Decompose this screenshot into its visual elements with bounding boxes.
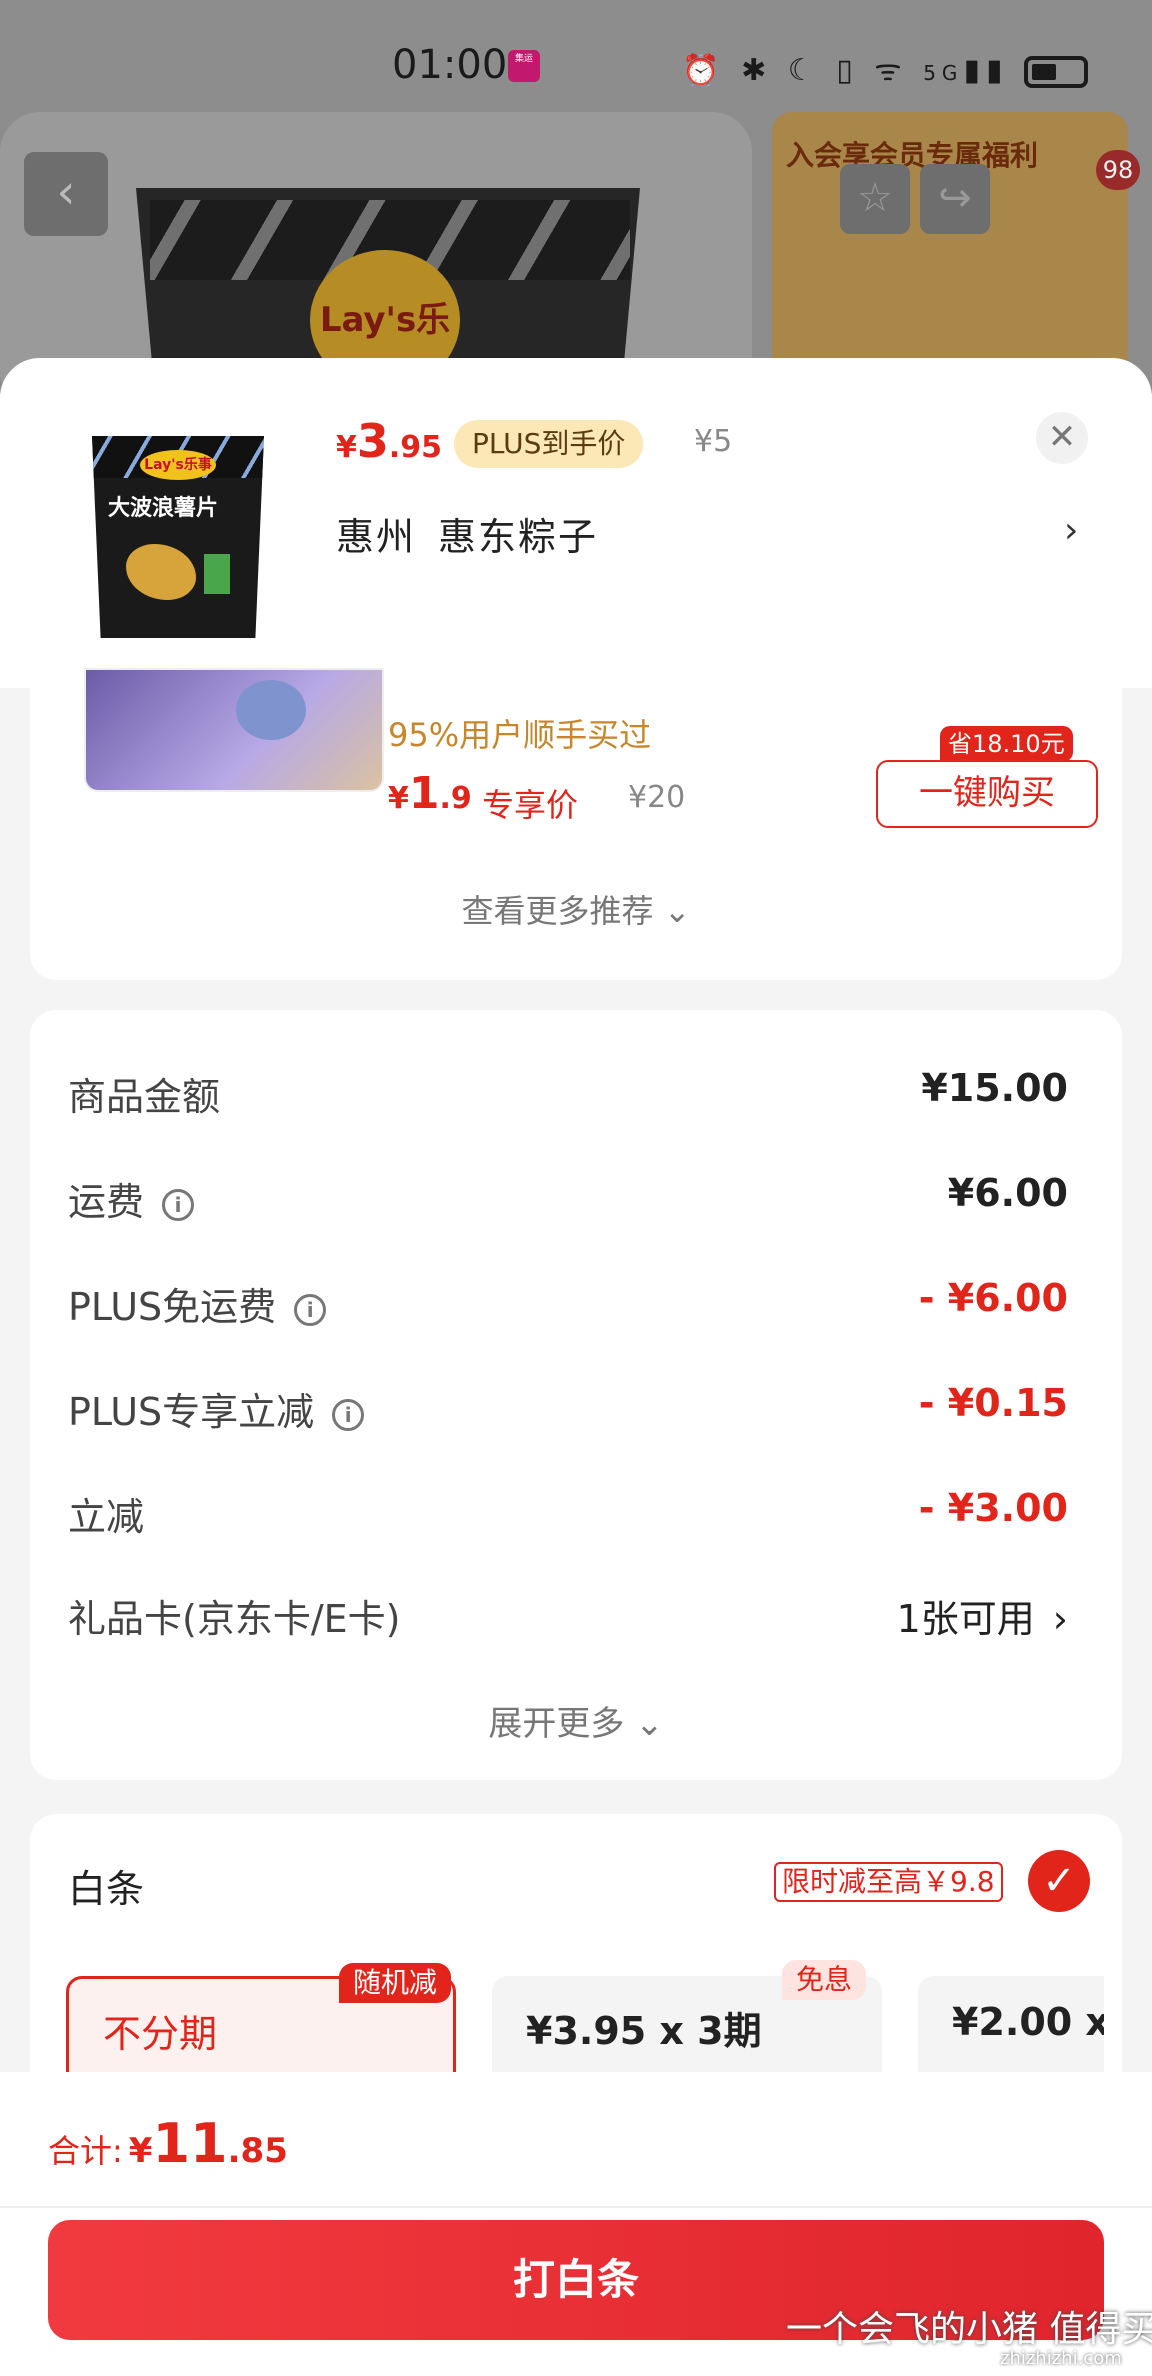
- back-button[interactable]: ‹: [24, 152, 108, 236]
- amount-row-plus-free-shipping: PLUS免运费 i - ¥6.00: [68, 1268, 1068, 1331]
- total-currency: ¥: [128, 2131, 153, 2171]
- close-icon: ✕: [1047, 417, 1077, 457]
- amount-row-shipping: 运费 i ¥6.00: [68, 1163, 1068, 1226]
- recommended-price: ¥1.9: [388, 768, 472, 819]
- gift-card-count: 1张可用: [896, 1597, 1035, 1641]
- amount-label: PLUS专享立减 i: [68, 1381, 365, 1436]
- rec-price-integer: 1: [408, 768, 440, 819]
- baitiao-promo-tag: 限时减至高￥9.8: [774, 1862, 1003, 1902]
- amount-value: - ¥6.00: [918, 1276, 1068, 1320]
- app-notification-badge: 集运: [508, 50, 540, 82]
- expand-more-label: 展开更多: [488, 1704, 625, 1744]
- close-button[interactable]: ✕: [1036, 412, 1088, 464]
- status-bar: 01:00 集运 ⏰ ✱ ☾ ▯ ᯤ 5G▮▮: [0, 40, 1152, 100]
- price-integer: 3: [356, 414, 389, 468]
- order-amount-card: 商品金额 ¥15.00 运费 i ¥6.00 PLUS免运费 i - ¥6.00 P…: [30, 1010, 1122, 1780]
- amount-row-gift-card[interactable]: 礼品卡(京东卡/E卡) 1张可用 ›: [68, 1580, 1068, 1643]
- installment-option-label: ¥3.95 x 3期: [526, 2009, 762, 2053]
- amount-row-plus-discount: PLUS专享立减 i - ¥0.15: [68, 1373, 1068, 1436]
- star-icon: ☆: [857, 175, 893, 221]
- recommended-product-image[interactable]: [84, 668, 384, 792]
- amount-value: ¥15.00: [921, 1066, 1068, 1110]
- amount-label: 运费 i: [68, 1171, 195, 1226]
- more-recommendations-link[interactable]: 查看更多推荐 ⌄: [30, 886, 1122, 932]
- watermark: 一个会飞的小猪 值得买: [786, 2309, 1152, 2350]
- exclusive-price-tag: 专享价: [482, 786, 579, 824]
- amount-row-instant-discount: 立减 - ¥3.00: [68, 1478, 1068, 1539]
- cart-count-badge: 98: [1096, 150, 1140, 190]
- favorite-button[interactable]: ☆: [840, 164, 910, 234]
- battery-icon: [1024, 55, 1088, 88]
- shipping-label: 运费: [68, 1180, 145, 1224]
- recommendation-hint: 95%用户顺手买过: [388, 716, 652, 754]
- one-click-buy-button[interactable]: 一键购买: [876, 760, 1098, 828]
- recommended-original-price: ¥20: [628, 780, 686, 815]
- thumbnail-product-name: 大波浪薯片: [108, 496, 219, 521]
- amount-value: - ¥0.15: [918, 1381, 1068, 1425]
- chevron-down-icon: ⌄: [635, 1704, 664, 1744]
- share-icon: ↪: [938, 175, 972, 221]
- more-recommendations-label: 查看更多推荐: [461, 892, 654, 930]
- product-thumbnail: Lay's乐事 大波浪薯片: [92, 436, 264, 638]
- sheet-header: Lay's乐事 大波浪薯片 ¥3.95 PLUS到手价 ¥5 ✕ 惠州 惠东粽子 …: [0, 358, 1152, 688]
- network-label: 5G: [923, 61, 964, 85]
- expand-more-link[interactable]: 展开更多 ⌄: [30, 1696, 1122, 1745]
- amount-label: PLUS免运费 i: [68, 1276, 327, 1331]
- amount-label: 礼品卡(京东卡/E卡): [68, 1597, 401, 1641]
- total-decimal: .85: [227, 2131, 288, 2171]
- background-promo-title: 入会享会员专属福利: [786, 139, 1039, 172]
- baitiao-selected-check-icon[interactable]: ✓: [1028, 1850, 1090, 1912]
- plus-free-shipping-label: PLUS免运费: [68, 1285, 277, 1329]
- rec-price-decimal: .9: [439, 781, 472, 816]
- recommendation-card: 95%用户顺手买过 ¥1.9 专享价 ¥20 省18.10元 一键购买 查看更多…: [30, 668, 1122, 980]
- watermark-url: zhizhizhi.com: [1000, 2348, 1122, 2369]
- address-city: 惠州: [336, 515, 417, 559]
- amount-value: - ¥3.00: [918, 1486, 1068, 1530]
- plus-price: ¥3.95: [336, 414, 442, 468]
- plus-discount-label: PLUS专享立减: [68, 1390, 315, 1434]
- rec-price-currency: ¥: [388, 781, 409, 816]
- koala-mascot-icon: [236, 680, 306, 740]
- info-icon[interactable]: i: [294, 1293, 327, 1326]
- chevron-right-icon[interactable]: ›: [1064, 510, 1078, 551]
- baitiao-title: 白条: [68, 1867, 145, 1911]
- total-integer: 11: [152, 2112, 228, 2175]
- chevron-right-icon: ›: [1052, 1597, 1068, 1641]
- installment-option-label: ¥2.00 x: [952, 2000, 1104, 2044]
- installment-option-label: 不分期: [103, 2012, 218, 2056]
- amount-value: ¥6.00: [947, 1171, 1068, 1215]
- price-decimal: .95: [388, 430, 443, 465]
- plus-price-tag: PLUS到手价: [454, 420, 644, 468]
- address-detail: 惠东粽子: [438, 515, 599, 559]
- share-button[interactable]: ↪: [920, 164, 990, 234]
- chevron-down-icon: ⌄: [663, 892, 691, 930]
- original-price: ¥5: [694, 424, 733, 459]
- status-icons: ⏰ ✱ ☾ ▯ ᯤ 5G▮▮: [682, 48, 1088, 89]
- delivery-address[interactable]: 惠州 惠东粽子: [336, 506, 598, 561]
- random-discount-badge: 随机减: [339, 1963, 452, 2003]
- amount-value: 1张可用 ›: [897, 1588, 1068, 1643]
- thumbnail-chips-image: [126, 544, 196, 600]
- status-time: 01:00: [392, 42, 508, 88]
- thumbnail-brand-logo: Lay's乐事: [140, 450, 216, 480]
- thumbnail-flavor-mark: [204, 554, 230, 594]
- amount-label: 立减: [68, 1495, 145, 1539]
- total-label: 合计:: [48, 2132, 123, 2170]
- interest-free-badge: 免息: [782, 1960, 867, 2000]
- info-icon[interactable]: i: [162, 1188, 195, 1221]
- price-currency: ¥: [336, 430, 357, 465]
- amount-label: 商品金额: [68, 1075, 221, 1119]
- amount-row-goods: 商品金额 ¥15.00: [68, 1058, 1068, 1119]
- order-total: 合计: ¥11.85: [48, 2112, 288, 2175]
- chevron-left-icon: ‹: [56, 164, 76, 220]
- divider: [0, 2206, 1152, 2208]
- info-icon[interactable]: i: [332, 1398, 365, 1431]
- savings-badge: 省18.10元: [940, 726, 1073, 762]
